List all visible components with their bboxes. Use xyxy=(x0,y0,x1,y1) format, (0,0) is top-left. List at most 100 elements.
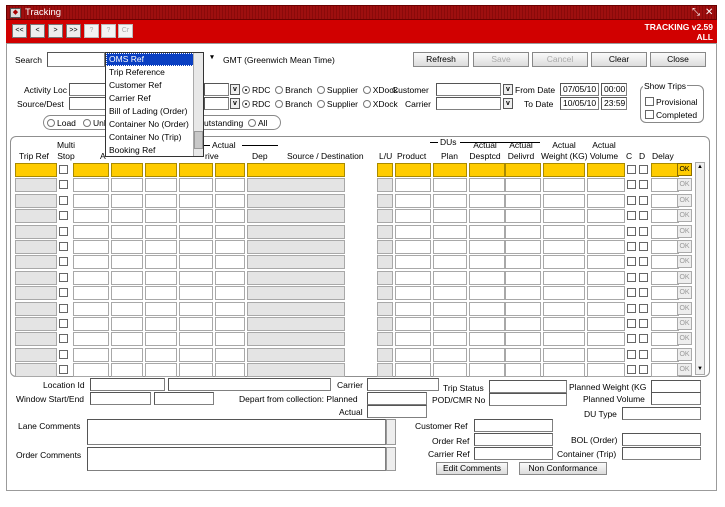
carrier-input[interactable] xyxy=(436,97,501,110)
dropdown-option[interactable]: OMS Ref xyxy=(106,53,203,66)
table-cell[interactable] xyxy=(145,209,177,224)
table-cell[interactable] xyxy=(395,240,431,254)
table-cell[interactable] xyxy=(247,270,345,285)
table-cell[interactable] xyxy=(469,224,505,239)
table-cell[interactable] xyxy=(395,347,431,362)
to-time-input[interactable]: 23:59 xyxy=(601,97,627,110)
dropdown-scrollbar[interactable] xyxy=(193,53,203,156)
row-ok-button[interactable]: OK xyxy=(677,255,692,269)
table-cell[interactable] xyxy=(73,178,109,193)
table-cell[interactable] xyxy=(543,286,585,301)
table-cell[interactable] xyxy=(215,270,245,285)
table-cell[interactable] xyxy=(505,317,541,331)
table-cell[interactable] xyxy=(395,193,431,208)
table-cell[interactable] xyxy=(377,332,393,347)
table-cell[interactable] xyxy=(433,317,467,331)
table-cell[interactable] xyxy=(505,255,541,270)
search-input[interactable] xyxy=(47,52,105,67)
order-ref-input[interactable] xyxy=(474,433,553,446)
table-cell[interactable] xyxy=(15,255,57,270)
table-cell[interactable] xyxy=(651,317,679,331)
row-checkbox[interactable] xyxy=(627,288,636,298)
row-checkbox[interactable] xyxy=(639,272,648,282)
table-cell[interactable] xyxy=(73,193,109,208)
window-start-input[interactable] xyxy=(90,392,151,405)
table-cell[interactable] xyxy=(145,255,177,270)
row-checkbox[interactable] xyxy=(59,288,68,298)
row-checkbox[interactable] xyxy=(639,180,648,190)
row-checkbox[interactable] xyxy=(627,334,636,344)
table-cell[interactable] xyxy=(377,163,393,177)
table-cell[interactable] xyxy=(73,209,109,224)
table-cell[interactable] xyxy=(247,178,345,193)
table-cell[interactable] xyxy=(111,317,143,331)
row-checkbox[interactable] xyxy=(59,303,68,313)
table-cell[interactable] xyxy=(215,286,245,301)
from-time-input[interactable]: 00:00 xyxy=(601,83,627,96)
table-cell[interactable] xyxy=(469,317,505,331)
table-cell[interactable] xyxy=(543,240,585,254)
table-cell[interactable] xyxy=(179,240,213,254)
table-cell[interactable] xyxy=(73,363,109,378)
table-cell[interactable] xyxy=(377,209,393,224)
table-cell[interactable] xyxy=(145,240,177,254)
table-cell[interactable] xyxy=(651,301,679,316)
table-cell[interactable] xyxy=(15,317,57,331)
table-cell[interactable] xyxy=(15,347,57,362)
row-checkbox[interactable] xyxy=(59,195,68,205)
table-cell[interactable] xyxy=(179,332,213,347)
first-record-button[interactable]: << xyxy=(12,24,27,38)
table-row[interactable]: OK xyxy=(15,363,694,378)
table-cell[interactable] xyxy=(247,193,345,208)
table-cell[interactable] xyxy=(73,163,109,177)
table-cell[interactable] xyxy=(651,270,679,285)
table-cell[interactable] xyxy=(179,286,213,301)
table-cell[interactable] xyxy=(73,255,109,270)
table-cell[interactable] xyxy=(145,270,177,285)
table-cell[interactable] xyxy=(587,163,625,177)
table-cell[interactable] xyxy=(651,163,679,177)
table-cell[interactable] xyxy=(587,363,625,378)
table-cell[interactable] xyxy=(505,224,541,239)
table-cell[interactable] xyxy=(15,224,57,239)
table-row[interactable]: OK xyxy=(15,347,694,363)
row-checkbox[interactable] xyxy=(627,365,636,375)
search-type-dropdown[interactable]: OMS Ref Trip Reference Customer Ref Carrier… xyxy=(105,52,204,157)
row-ok-button[interactable]: OK xyxy=(677,270,692,284)
row-ok-button[interactable]: OK xyxy=(677,286,692,300)
row-ok-button[interactable]: OK xyxy=(677,193,692,207)
table-cell[interactable] xyxy=(15,209,57,224)
depart-planned-input[interactable] xyxy=(367,392,427,405)
row-ok-button[interactable]: OK xyxy=(677,240,692,253)
table-cell[interactable] xyxy=(73,347,109,362)
table-cell[interactable] xyxy=(73,286,109,301)
table-cell[interactable] xyxy=(543,270,585,285)
table-cell[interactable] xyxy=(179,255,213,270)
table-cell[interactable] xyxy=(377,224,393,239)
table-cell[interactable] xyxy=(215,240,245,254)
row-checkbox[interactable] xyxy=(639,365,648,375)
table-cell[interactable] xyxy=(111,178,143,193)
table-cell[interactable] xyxy=(247,286,345,301)
save-button[interactable]: Save xyxy=(473,52,529,67)
dropdown-option[interactable]: Carrier Ref xyxy=(106,92,203,105)
order-comments-scrollbar[interactable] xyxy=(386,447,396,471)
table-cell[interactable] xyxy=(651,193,679,208)
provisional-checkbox[interactable] xyxy=(645,97,654,106)
table-row[interactable]: OK xyxy=(15,255,694,270)
location-desc-input[interactable] xyxy=(168,378,331,391)
table-cell[interactable] xyxy=(395,270,431,285)
table-cell[interactable] xyxy=(433,240,467,254)
row-checkbox[interactable] xyxy=(639,165,648,174)
table-cell[interactable] xyxy=(587,255,625,270)
table-cell[interactable] xyxy=(73,301,109,316)
table-cell[interactable] xyxy=(505,193,541,208)
last-record-button[interactable]: >> xyxy=(66,24,81,38)
table-cell[interactable] xyxy=(247,209,345,224)
row-checkbox[interactable] xyxy=(627,180,636,190)
table-cell[interactable] xyxy=(247,301,345,316)
table-cell[interactable] xyxy=(377,178,393,193)
table-cell[interactable] xyxy=(469,193,505,208)
table-cell[interactable] xyxy=(395,286,431,301)
carrier-lov-button[interactable]: v xyxy=(503,98,513,109)
